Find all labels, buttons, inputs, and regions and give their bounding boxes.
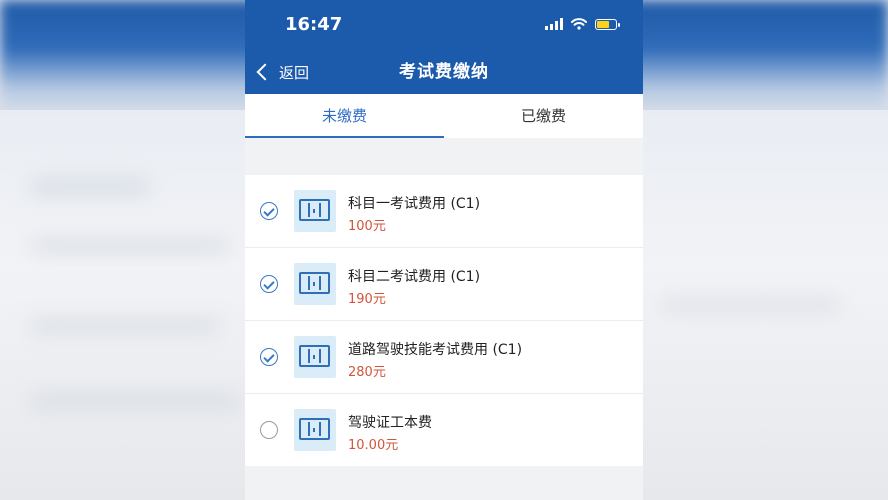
id-card-icon [294,190,336,232]
fee-item-price: 280元 [348,365,386,380]
blurred-text [30,180,150,194]
checkbox-checked-icon[interactable] [260,202,278,220]
page-title: 考试费缴纳 [399,62,489,82]
blurred-text [30,240,230,252]
tab-bar: 未缴费 已缴费 [245,94,643,138]
fee-item-title: 道路驾驶技能考试费用 (C1) [348,342,523,358]
id-card-icon [294,336,336,378]
fee-item-price: 190元 [348,292,386,307]
fee-item-price: 100元 [348,219,386,234]
fee-item[interactable]: 道路驾驶技能考试费用 (C1) 280元 [245,321,643,394]
blurred-text [660,300,840,310]
checkbox-checked-icon[interactable] [260,275,278,293]
fee-item[interactable]: 科目一考试费用 (C1) 100元 [245,175,643,248]
fee-item-title: 科目二考试费用 (C1) [348,269,481,285]
tab-unpaid[interactable]: 未缴费 [245,94,444,138]
checkbox-unchecked-icon[interactable] [260,421,278,439]
cellular-signal-icon [545,18,563,30]
fee-item-price: 10.00元 [348,438,399,453]
blurred-text [30,320,220,332]
status-bar: 16:47 [245,0,643,50]
fee-item-title: 驾驶证工本费 [348,415,432,431]
fee-item[interactable]: 科目二考试费用 (C1) 190元 [245,248,643,321]
id-card-icon [294,263,336,305]
fee-item[interactable]: 驾驶证工本费 10.00元 [245,394,643,466]
wifi-icon [571,18,587,30]
blurred-text [30,395,240,407]
battery-icon [595,18,620,30]
tab-paid[interactable]: 已缴费 [444,94,643,138]
checkbox-checked-icon[interactable] [260,348,278,366]
status-icons [545,18,620,30]
phone-screen: 16:47 返回 考试费缴纳 未缴费 已缴费 科目一考试费用 (C1) 100元… [245,0,643,500]
fee-list: 科目一考试费用 (C1) 100元 科目二考试费用 (C1) 190元 道路驾驶… [245,175,643,466]
status-time: 16:47 [285,14,343,35]
navigation-bar: 返回 考试费缴纳 [245,50,643,94]
fee-item-title: 科目一考试费用 (C1) [348,196,481,212]
id-card-icon [294,409,336,451]
